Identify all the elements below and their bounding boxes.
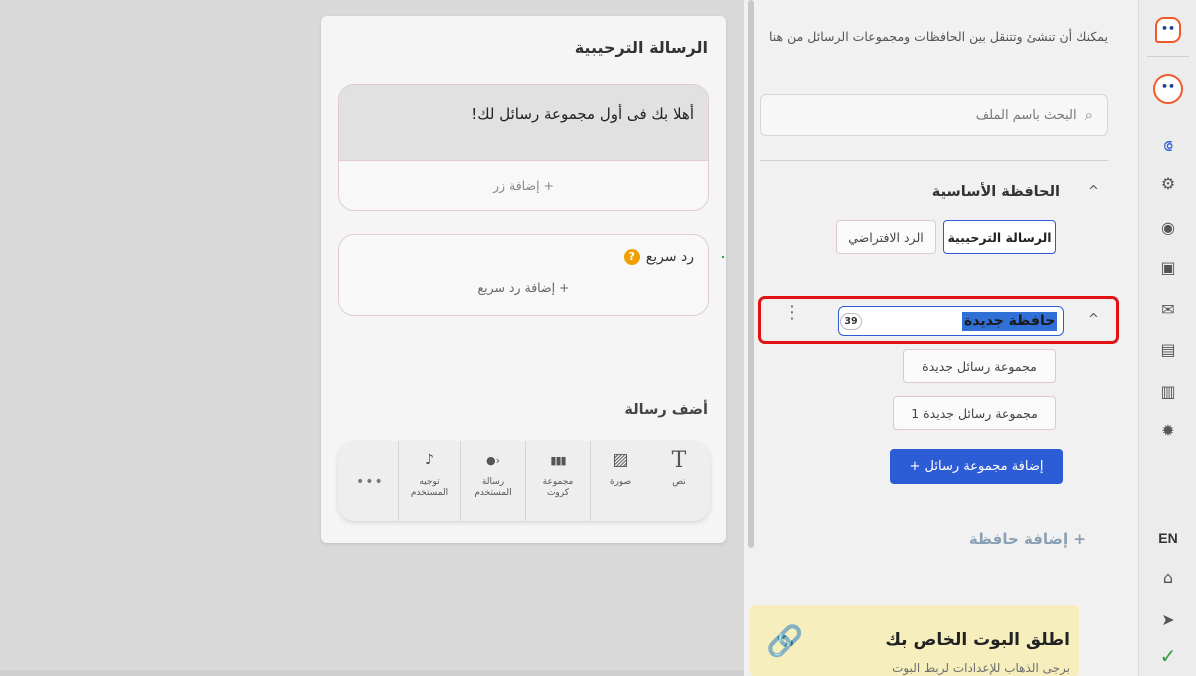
collapse-new-folder-chevron-icon[interactable]: ^ xyxy=(1088,312,1099,327)
cards-icon: ▮▮▮ xyxy=(550,454,566,467)
message-type-palette: T نص ▨ صورة ▮▮▮ مجموعة كروت ●› رسالة الم… xyxy=(338,441,710,521)
rail-divider xyxy=(1147,56,1189,57)
message-text-area[interactable]: أهلا بك فى أول مجموعة رسائل لك! xyxy=(339,85,708,161)
quick-reply-header: رد سريع ? xyxy=(623,249,694,265)
char-counter-badge: 39 xyxy=(840,313,862,330)
send-icon[interactable]: ➤ xyxy=(1139,610,1196,630)
palette-text[interactable]: T نص xyxy=(650,441,708,521)
settings-icon[interactable]: ✹ xyxy=(1139,421,1196,441)
welcome-message-block[interactable]: أهلا بك فى أول مجموعة رسائل لك! + إضافة … xyxy=(338,84,709,211)
widgets-icon[interactable]: ▤ xyxy=(1139,340,1196,360)
palette-user-message-label: رسالة المستخدم xyxy=(474,477,512,498)
wallet-icon[interactable]: ⌂ xyxy=(1139,568,1196,588)
add-folder-link[interactable]: + إضافة حافظة xyxy=(930,530,1086,548)
palette-route-user[interactable]: ♪ توجيه المستخدم xyxy=(398,441,460,521)
launch-bot-title: اطلق البوت الخاص بك xyxy=(885,630,1070,650)
check-icon[interactable]: ✓ xyxy=(1139,646,1196,666)
analytics-icon[interactable]: ▥ xyxy=(1139,382,1196,402)
add-message-heading: أضف رسالة xyxy=(624,402,708,418)
quick-reply-title: رد سريع xyxy=(645,249,694,265)
bot-logo-active-icon[interactable]: •• xyxy=(1153,74,1183,104)
image-icon: ▨ xyxy=(612,450,629,470)
sidebar-hint: يمكنك أن تنشئ وتتنقل بين الحافظات ومجموع… xyxy=(768,29,1108,44)
palette-text-label: نص xyxy=(672,477,686,487)
add-button-link[interactable]: + إضافة زر xyxy=(339,178,708,193)
contacts-icon[interactable]: ▣ xyxy=(1139,258,1196,278)
file-search-input[interactable]: ⌕ البحث باسم الملف xyxy=(760,94,1108,136)
main-folder-title[interactable]: الحافظة الأساسية xyxy=(880,184,1060,200)
palette-image[interactable]: ▨ صورة xyxy=(590,441,650,521)
palette-cards[interactable]: ▮▮▮ مجموعة كروت xyxy=(525,441,590,521)
launch-bot-subtitle: برجى الذهاب للإعدادات لربط البوت xyxy=(892,661,1070,675)
text-icon: T xyxy=(671,448,687,473)
help-icon[interactable]: ? xyxy=(623,249,640,265)
quick-reply-block: رد سريع ? + إضافة رد سريع xyxy=(338,234,709,316)
brain-icon[interactable]: ⚙ xyxy=(1139,174,1196,194)
sidebar-scrollbar[interactable] xyxy=(748,0,754,548)
chip-new-group-1[interactable]: مجموعة رسائل جديدة 1 xyxy=(893,396,1056,430)
palette-image-label: صورة xyxy=(609,477,632,487)
search-placeholder: البحث باسم الملف xyxy=(975,107,1077,123)
divider-dot xyxy=(722,256,724,258)
more-options-icon[interactable]: ••• xyxy=(356,474,384,490)
palette-user-message[interactable]: ●› رسالة المستخدم xyxy=(460,441,525,521)
search-icon: ⌕ xyxy=(1084,106,1093,124)
add-quick-reply-link[interactable]: + إضافة رد سريع xyxy=(339,280,708,295)
palette-cards-label: مجموعة كروت xyxy=(542,477,574,498)
collapse-main-folder-chevron-icon[interactable]: ^ xyxy=(1088,184,1099,199)
folder-menu-icon[interactable]: ⋮ xyxy=(783,304,801,322)
palette-route-user-label: توجيه المستخدم xyxy=(410,477,449,498)
sidebar-divider xyxy=(760,160,1108,161)
message-text[interactable]: أهلا بك فى أول مجموعة رسائل لك! xyxy=(471,105,694,123)
horizontal-scrollbar[interactable] xyxy=(0,670,744,676)
bot-logo-icon[interactable]: •• xyxy=(1155,17,1181,43)
link-icon: 🔗 xyxy=(766,624,804,659)
broadcast-icon[interactable]: ◉ xyxy=(1139,218,1196,238)
editor-title: الرسالة الترحيبية xyxy=(574,38,708,57)
mail-icon[interactable]: ✉ xyxy=(1139,300,1196,320)
language-toggle[interactable]: EN xyxy=(1139,528,1196,548)
chip-default-reply[interactable]: الرد الافتراضي xyxy=(836,220,936,254)
folder-name-value[interactable]: حافظة جديدة xyxy=(962,312,1058,331)
chip-welcome-message[interactable]: الرسالة الترحيبية xyxy=(943,220,1056,254)
route-icon: ♪ xyxy=(425,452,434,468)
add-message-group-button[interactable]: إضافة مجموعة رسائل + xyxy=(890,449,1063,484)
user-message-icon: ●› xyxy=(486,454,500,467)
flow-icon[interactable]: ⟃ xyxy=(1139,136,1196,156)
icon-rail: •• •• ⟃ ⚙ ◉ ▣ ✉ ▤ ▥ ✹ EN ⌂ ➤ ✓ xyxy=(1138,0,1196,676)
chip-new-group[interactable]: مجموعة رسائل جديدة xyxy=(903,349,1056,383)
